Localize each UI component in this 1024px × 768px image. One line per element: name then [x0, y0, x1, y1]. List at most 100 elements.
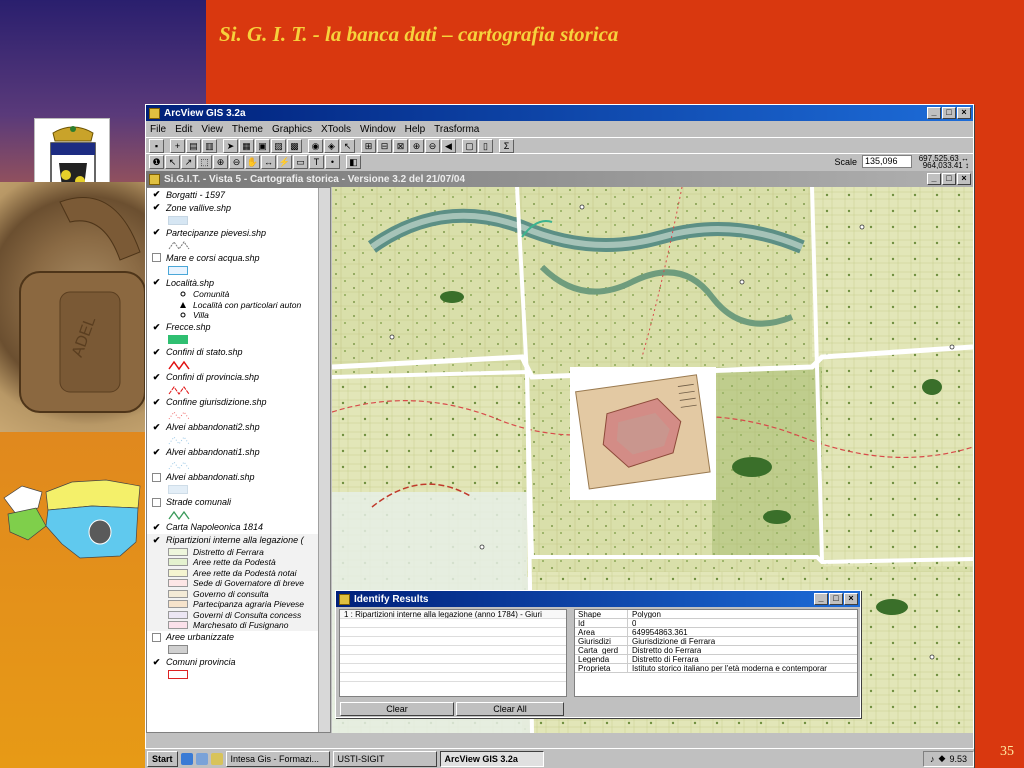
hotlink-tool-icon[interactable]: ⚡ — [277, 154, 292, 169]
visibility-checkbox[interactable]: ✔ — [152, 535, 161, 545]
pointer-icon[interactable]: ↖ — [165, 154, 180, 169]
identify-minimize-button[interactable]: _ — [814, 593, 828, 605]
layer-comuni-provincia[interactable]: ✔ Comuni provincia — [147, 656, 330, 681]
menu-theme[interactable]: Theme — [232, 124, 263, 135]
visibility-checkbox[interactable]: ✔ — [152, 372, 161, 382]
label-icon[interactable]: ▭ — [293, 154, 308, 169]
ie-quicklaunch-icon[interactable] — [180, 752, 193, 765]
network-icon[interactable]: ◆ — [939, 753, 946, 764]
zoom-in-fixed-icon[interactable]: ⊕ — [409, 138, 424, 153]
select-box-icon[interactable]: ⬚ — [197, 154, 212, 169]
identify-close-button[interactable]: × — [844, 593, 858, 605]
draw-point-icon[interactable]: • — [325, 154, 340, 169]
toc-scrollbar[interactable] — [318, 188, 330, 732]
menu-xtools[interactable]: XTools — [321, 124, 351, 135]
select-feature-icon[interactable]: ➤ — [223, 138, 238, 153]
theme-properties-icon[interactable]: ▤ — [186, 138, 201, 153]
clear-all-button[interactable]: Clear All — [456, 702, 564, 716]
visibility-checkbox[interactable] — [152, 472, 161, 482]
visibility-checkbox[interactable]: ✔ — [152, 322, 161, 332]
query-builder-icon[interactable]: ▣ — [255, 138, 270, 153]
visibility-checkbox[interactable]: ✔ — [152, 278, 161, 287]
view-minimize-button[interactable]: _ — [927, 173, 941, 185]
visibility-checkbox[interactable] — [152, 632, 161, 642]
edit-legend-icon[interactable]: ▥ — [202, 138, 217, 153]
layer-zone-vallive[interactable]: ✔ Zone vallive.shp — [147, 201, 330, 226]
menu-file[interactable]: File — [150, 124, 166, 135]
menu-view[interactable]: View — [201, 124, 223, 135]
task-usti-sigit[interactable]: USTI-SIGIT — [332, 750, 437, 767]
list-item[interactable]: 1 : Ripartizioni interne alla legazione … — [340, 610, 566, 619]
locate-address-icon[interactable]: ◈ — [324, 138, 339, 153]
layer-aree-urbanizzate[interactable]: Aree urbanizzate — [147, 631, 330, 656]
visibility-checkbox[interactable]: ✔ — [152, 228, 161, 237]
desktop-quicklaunch-icon[interactable] — [195, 752, 208, 765]
minimize-button[interactable]: _ — [927, 107, 941, 119]
layer-partecipanze-pievesi[interactable]: ✔ Partecipanze pievesi.shp — [147, 226, 330, 251]
open-table-icon[interactable]: ▦ — [239, 138, 254, 153]
snap-icon[interactable]: ◧ — [346, 154, 361, 169]
select-by-theme-icon[interactable]: ▢ — [462, 138, 477, 153]
layout-icon[interactable]: ▩ — [287, 138, 302, 153]
zoom-selected-icon[interactable]: ⊠ — [393, 138, 408, 153]
clear-button[interactable]: Clear — [340, 702, 454, 716]
layer-alvei-abbandonati2[interactable]: ✔ Alvei abbandonati2.shp — [147, 421, 330, 446]
visibility-checkbox[interactable]: ✔ — [152, 422, 161, 432]
zoom-active-themes-icon[interactable]: ⊟ — [377, 138, 392, 153]
visibility-checkbox[interactable]: ✔ — [152, 203, 161, 212]
zoom-full-extent-icon[interactable]: ⊞ — [361, 138, 376, 153]
outlook-quicklaunch-icon[interactable] — [210, 752, 223, 765]
measure-icon[interactable]: ↔ — [261, 154, 276, 169]
visibility-checkbox[interactable]: ✔ — [152, 397, 161, 407]
menu-edit[interactable]: Edit — [175, 124, 192, 135]
hotlink-icon[interactable]: ↖ — [340, 138, 355, 153]
view-close-button[interactable]: × — [957, 173, 971, 185]
layer-mare-corsi-acqua[interactable]: Mare e corsi acqua.shp — [147, 251, 330, 276]
menu-window[interactable]: Window — [360, 124, 396, 135]
clear-selection-icon[interactable]: ▯ — [478, 138, 493, 153]
start-button[interactable]: Start — [147, 750, 178, 767]
view-maximize-button[interactable]: □ — [942, 173, 956, 185]
layer-confini-stato[interactable]: ✔ Confini di stato.shp — [147, 346, 330, 371]
sum-icon[interactable]: Σ — [499, 138, 514, 153]
scale-input[interactable]: 135,096 — [862, 155, 912, 168]
visibility-checkbox[interactable]: ✔ — [152, 190, 161, 199]
zoom-out-icon[interactable]: ⊖ — [229, 154, 244, 169]
task-arcview[interactable]: ArcView GIS 3.2a — [439, 750, 544, 767]
identify-results-list[interactable]: 1 : Ripartizioni interne alla legazione … — [339, 609, 567, 697]
identify-icon[interactable]: ❶ — [149, 154, 164, 169]
visibility-checkbox[interactable] — [152, 253, 161, 262]
maximize-button[interactable]: □ — [942, 107, 956, 119]
layer-frecce[interactable]: ✔ Frecce.shp — [147, 321, 330, 346]
visibility-checkbox[interactable]: ✔ — [152, 447, 161, 457]
find-icon[interactable]: ◉ — [308, 138, 323, 153]
visibility-checkbox[interactable]: ✔ — [152, 347, 161, 357]
chart-icon[interactable]: ▨ — [271, 138, 286, 153]
save-project-icon[interactable]: ▪ — [149, 138, 164, 153]
layer-strade-comunali[interactable]: Strade comunali — [147, 496, 330, 521]
visibility-checkbox[interactable]: ✔ — [152, 657, 161, 667]
layer-carta-napoleonica[interactable]: ✔ Carta Napoleonica 1814 — [147, 521, 330, 534]
zoom-previous-icon[interactable]: ◀ — [441, 138, 456, 153]
text-icon[interactable]: T — [309, 154, 324, 169]
layer-alvei-abbandonati1[interactable]: ✔ Alvei abbandonati1.shp — [147, 446, 330, 471]
layer-borgatti[interactable]: ✔ Borgatti - 1597 — [147, 188, 330, 201]
volume-icon[interactable]: ♪ — [930, 754, 935, 764]
zoom-in-icon[interactable]: ⊕ — [213, 154, 228, 169]
identify-maximize-button[interactable]: □ — [829, 593, 843, 605]
close-button[interactable]: × — [957, 107, 971, 119]
menu-help[interactable]: Help — [405, 124, 426, 135]
layer-confine-giurisdizione[interactable]: ✔ Confine giurisdizione.shp — [147, 396, 330, 421]
pan-icon[interactable]: ✋ — [245, 154, 260, 169]
menu-trasforma[interactable]: Trasforma — [434, 124, 479, 135]
zoom-out-fixed-icon[interactable]: ⊖ — [425, 138, 440, 153]
layer-ripartizioni-interne[interactable]: ✔ Ripartizioni interne alla legazione ( D… — [147, 533, 330, 631]
layer-confini-provincia[interactable]: ✔ Confini di provincia.shp — [147, 371, 330, 396]
menu-graphics[interactable]: Graphics — [272, 124, 312, 135]
task-intesa-gis[interactable]: Intesa Gis - Formazi... — [225, 750, 330, 767]
add-theme-icon[interactable]: + — [170, 138, 185, 153]
vertex-edit-icon[interactable]: ↗ — [181, 154, 196, 169]
layer-alvei-abbandonati[interactable]: Alvei abbandonati.shp — [147, 471, 330, 496]
visibility-checkbox[interactable]: ✔ — [152, 522, 161, 532]
layer-localita[interactable]: ✔ Località.shp Comunità Località con part… — [147, 276, 330, 321]
